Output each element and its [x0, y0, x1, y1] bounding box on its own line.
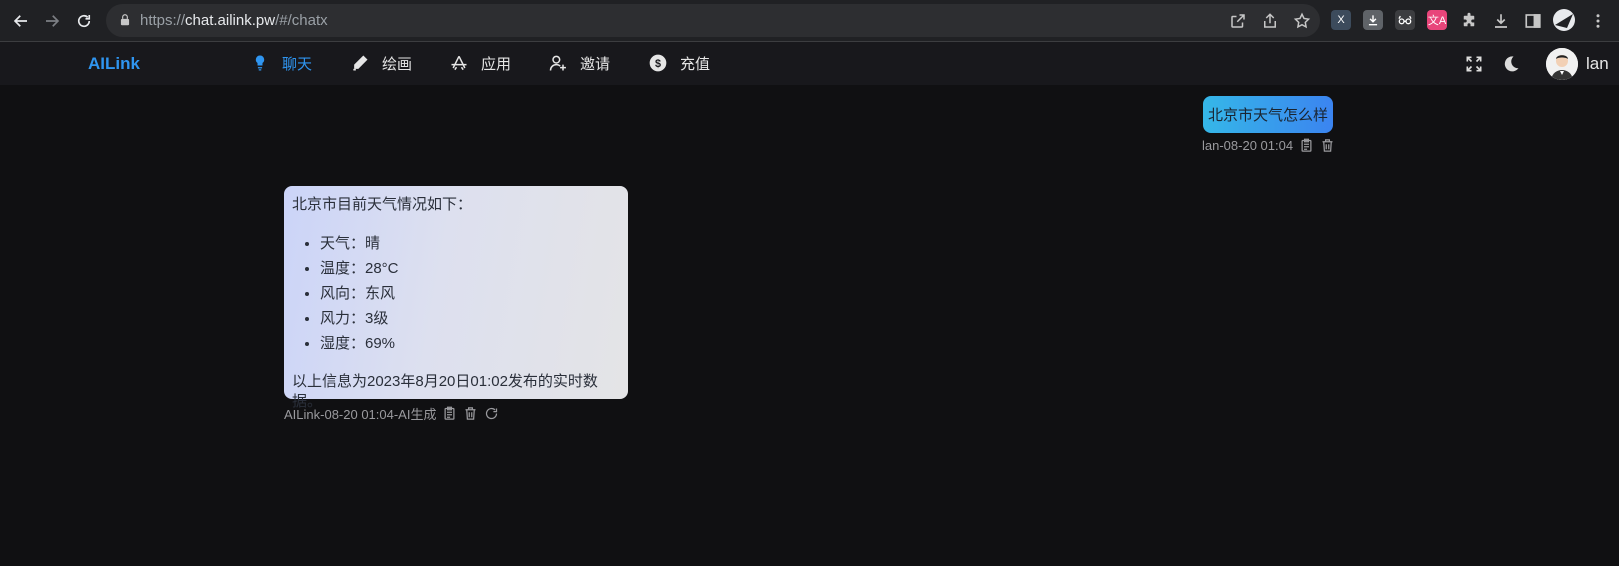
pencil-icon: [353, 55, 368, 71]
user-message-timestamp: lan-08-20 01:04: [1202, 138, 1294, 153]
browser-toolbar: https://chat.ailink.pw/#/chatx X 文A: [0, 0, 1619, 42]
url-text: https://chat.ailink.pw/#/chatx: [140, 12, 328, 29]
user-message-meta: lan-08-20 01:04: [1202, 138, 1335, 153]
kebab-menu-icon[interactable]: [1589, 12, 1607, 30]
invite-user-icon: [549, 55, 566, 71]
lightbulb-icon: [255, 55, 265, 71]
list-item: 风力：3级: [320, 306, 620, 331]
side-panel-icon[interactable]: [1524, 12, 1542, 30]
forward-button[interactable]: [39, 8, 65, 34]
ai-message-meta: AILink-08-20 01:04-AI生成: [284, 404, 499, 423]
open-in-new-icon[interactable]: [1229, 12, 1247, 30]
list-item: 天气：晴: [320, 231, 620, 256]
fullscreen-icon[interactable]: [1464, 54, 1484, 74]
app-header: AILink 聊天 绘画 应用 邀请 $ 充值 lan: [0, 42, 1619, 85]
dollar-icon: $: [649, 54, 667, 72]
profile-avatar-icon[interactable]: [1553, 9, 1575, 31]
nav-chat-label: 聊天: [282, 55, 313, 73]
svg-text:$: $: [655, 58, 661, 70]
delete-icon[interactable]: [1320, 138, 1335, 153]
nav-apps-label: 应用: [481, 55, 512, 73]
share-icon[interactable]: [1261, 12, 1279, 30]
lock-icon: [120, 14, 130, 26]
reload-button[interactable]: [71, 8, 97, 34]
nav-draw-label: 绘画: [382, 55, 413, 73]
nav-recharge[interactable]: $ 充值: [648, 51, 710, 75]
user-message-bubble: 北京市天气怎么样: [1203, 96, 1333, 133]
user-message-text: 北京市天气怎么样: [1207, 107, 1328, 124]
nav-draw[interactable]: 绘画: [350, 51, 412, 75]
brand-logo[interactable]: AILink: [88, 54, 140, 74]
ai-message-timestamp: AILink-08-20 01:04-AI生成: [284, 407, 437, 422]
username[interactable]: lan: [1586, 54, 1609, 74]
back-button[interactable]: [8, 8, 34, 34]
avatar[interactable]: [1546, 48, 1578, 80]
nav-apps[interactable]: 应用: [449, 51, 511, 75]
weather-list: 天气：晴 温度：28°C 风向：东风 风力：3级 湿度：69%: [320, 231, 620, 356]
app-store-icon: [451, 55, 467, 71]
nav-invite-label: 邀请: [580, 55, 611, 73]
translate-extension-icon[interactable]: 文A: [1427, 10, 1447, 30]
downloads-icon[interactable]: [1492, 12, 1510, 30]
list-item: 湿度：69%: [320, 331, 620, 356]
ai-message-bubble: 北京市目前天气情况如下： 天气：晴 温度：28°C 风向：东风 风力：3级 湿度…: [284, 186, 628, 410]
nav-recharge-label: 充值: [680, 55, 711, 73]
glasses-extension-icon[interactable]: [1395, 10, 1415, 30]
reload-icon: [77, 14, 91, 28]
puzzle-extensions-icon[interactable]: [1460, 12, 1478, 30]
x-extension-icon[interactable]: X: [1331, 10, 1351, 30]
download-extension-icon[interactable]: [1363, 10, 1383, 30]
arrow-left-icon: [13, 15, 27, 27]
list-item: 风向：东风: [320, 281, 620, 306]
regenerate-icon[interactable]: [484, 406, 499, 421]
bookmark-star-icon[interactable]: [1293, 12, 1311, 30]
list-item: 温度：28°C: [320, 256, 620, 281]
nav-chat[interactable]: 聊天: [250, 51, 312, 75]
copy-icon[interactable]: [442, 406, 457, 421]
copy-icon[interactable]: [1299, 138, 1314, 153]
delete-icon[interactable]: [463, 406, 478, 421]
address-bar[interactable]: https://chat.ailink.pw/#/chatx: [106, 4, 1320, 37]
nav-invite[interactable]: 邀请: [548, 51, 610, 75]
ai-message-intro: 北京市目前天气情况如下：: [292, 196, 473, 213]
dark-mode-moon-icon[interactable]: [1501, 54, 1521, 74]
arrow-right-icon: [46, 15, 60, 27]
